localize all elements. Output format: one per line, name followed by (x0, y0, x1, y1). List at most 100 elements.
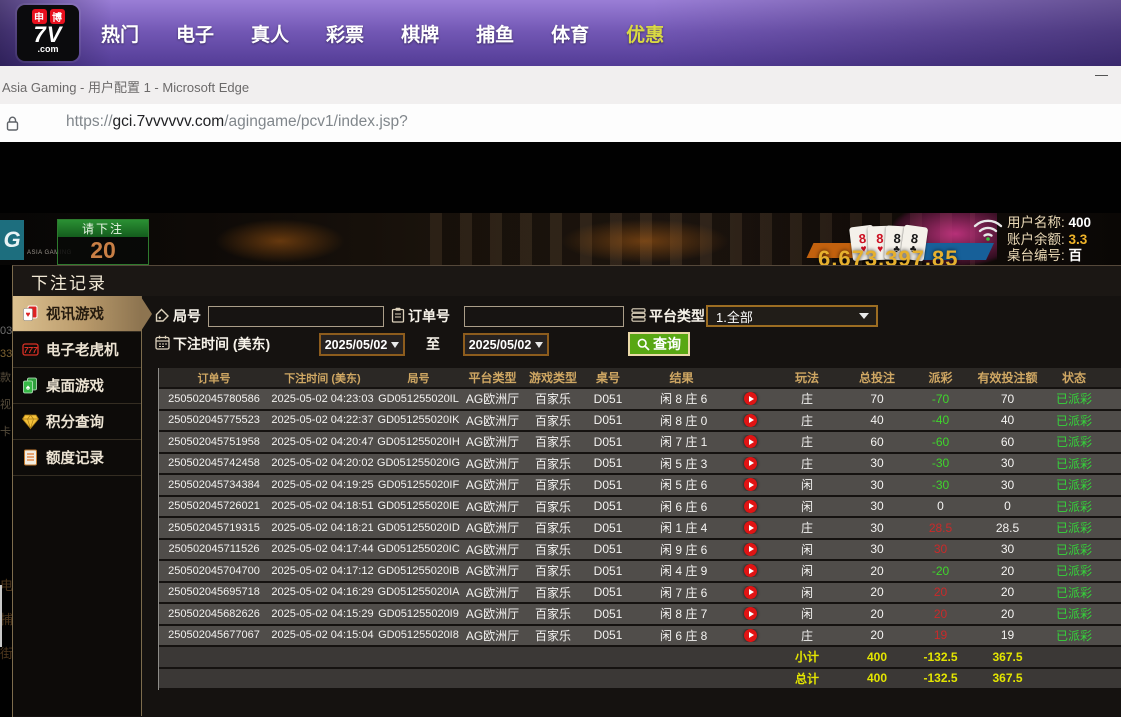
table-cell: 已派彩 (1046, 412, 1102, 429)
table-cell: D051 (582, 435, 634, 449)
nav-item-4[interactable]: 棋牌 (401, 20, 439, 47)
order-input[interactable] (464, 306, 624, 327)
sidebar-item-0[interactable]: ♥视讯游戏 (13, 296, 141, 332)
table-cell: GD051255020IG (376, 457, 461, 469)
url-text[interactable]: https://gci.7vvvvvv.com/agingame/pcv1/in… (66, 113, 408, 131)
search-button[interactable]: 查询 (628, 332, 690, 356)
table-cell: 百家乐 (524, 476, 582, 493)
sidebar-item-label: 视讯游戏 (46, 303, 104, 324)
table-cell: D051 (582, 413, 634, 427)
replay-button[interactable] (744, 392, 757, 405)
table-cell: 2025-05-02 04:19:25 (269, 479, 376, 491)
table-cell: 已派彩 (1046, 498, 1102, 515)
table-row: 2505020457424582025-05-02 04:20:02GD0512… (159, 454, 1121, 474)
url-host: gci.7vvvvvv.com (113, 113, 225, 130)
table-cell: 闲 6 庄 8 (634, 627, 729, 644)
replay-button[interactable] (744, 586, 757, 599)
table-cell: 30 (842, 478, 912, 492)
table-cell: 百家乐 (524, 498, 582, 515)
replay-button[interactable] (744, 478, 757, 491)
table-cell: 250502045751958 (159, 436, 269, 448)
nav-item-1[interactable]: 电子 (176, 20, 214, 47)
nav-item-5[interactable]: 捕鱼 (476, 20, 514, 47)
nav-item-0[interactable]: 热门 (101, 20, 139, 47)
chevron-down-icon (859, 313, 869, 319)
bet-records-modal: 下注记录 ♥视讯游戏777电子老虎机♠桌面游戏积分查询额度记录 局号 订单号 平… (12, 265, 1121, 717)
date-range-to-label: 至 (426, 334, 440, 354)
browser-urlbar[interactable]: https://gci.7vvvvvv.com/agingame/pcv1/in… (0, 104, 1121, 142)
replay-button[interactable] (744, 457, 757, 470)
table-cell: 小计 (772, 648, 842, 665)
site-logo[interactable]: 申 博 7V .com (17, 5, 79, 61)
table-cell: 28.5 (912, 521, 969, 535)
table-cell: 20 (842, 628, 912, 642)
search-button-label: 查询 (653, 334, 681, 354)
asia-gaming-logo: G (0, 220, 24, 260)
table-cell: 百家乐 (524, 627, 582, 644)
logo-tld: .com (37, 45, 58, 54)
date-to-picker[interactable]: 2025/05/02 (463, 333, 549, 356)
table-cell: 游戏类型 (524, 369, 582, 386)
replay-button[interactable] (744, 607, 757, 620)
table-cell: 已派彩 (1046, 562, 1102, 579)
sidebar-item-2[interactable]: ♠桌面游戏 (13, 368, 141, 404)
replay-button[interactable] (744, 414, 757, 427)
sidebar-item-4[interactable]: 额度记录 (13, 440, 141, 476)
table-cell: AG欧洲厅 (461, 605, 524, 622)
date-from-picker[interactable]: 2025/05/02 (319, 333, 405, 356)
nav-item-2[interactable]: 真人 (251, 20, 289, 47)
date-to-value: 2025/05/02 (469, 338, 532, 352)
table-cell: 下注时间 (美东) (269, 370, 376, 386)
platform-select[interactable]: 1.全部 (706, 305, 878, 327)
round-input[interactable] (208, 306, 384, 327)
table-cell: AG欧洲厅 (461, 433, 524, 450)
table-cell: 250502045734384 (159, 479, 269, 491)
nav-item-6[interactable]: 体育 (551, 20, 589, 47)
nav-item-7[interactable]: 优惠 (626, 20, 664, 47)
replay-button[interactable] (744, 543, 757, 556)
minimize-button[interactable]: — (1095, 67, 1108, 82)
nav-item-3[interactable]: 彩票 (326, 20, 364, 47)
table-cell: AG欧洲厅 (461, 455, 524, 472)
table-cell: 闲 7 庄 6 (634, 584, 729, 601)
table-cell: 已派彩 (1046, 519, 1102, 536)
table-cell: -60 (912, 435, 969, 449)
table-cell: 闲 (772, 476, 842, 493)
bet-timer-label: 请下注 (58, 220, 148, 237)
replay-button[interactable] (744, 629, 757, 642)
table-cell: 250502045726021 (159, 500, 269, 512)
table-cell: AG欧洲厅 (461, 498, 524, 515)
table-cell: D051 (582, 478, 634, 492)
records-icon (22, 449, 39, 466)
replay-button[interactable] (744, 521, 757, 534)
table-cell: 2025-05-02 04:15:04 (269, 629, 376, 641)
table-cell: AG欧洲厅 (461, 627, 524, 644)
table-cell: GD051255020IF (376, 479, 461, 491)
table-cell: 28.5 (969, 521, 1046, 535)
tag-icon (155, 308, 170, 323)
table-cell: 闲 8 庄 0 (634, 412, 729, 429)
replay-button[interactable] (744, 564, 757, 577)
table-cell: 闲 (772, 541, 842, 558)
replay-button[interactable] (744, 435, 757, 448)
table-cell: 30 (842, 456, 912, 470)
table-cell: 367.5 (969, 650, 1046, 664)
table-cell: 总计 (772, 670, 842, 687)
bet-records-table: 订单号下注时间 (美东)局号平台类型游戏类型桌号结果玩法总投注派彩有效投注额状态… (158, 368, 1121, 690)
table-cell: D051 (582, 392, 634, 406)
date-from-value: 2025/05/02 (325, 338, 388, 352)
table-cell: 250502045704700 (159, 565, 269, 577)
replay-button[interactable] (744, 500, 757, 513)
table-row: 2505020457755232025-05-02 04:22:37GD0512… (159, 411, 1121, 431)
site-top-nav: 申 博 7V .com 热门 电子 真人 彩票 棋牌 捕鱼 体育 优惠 (0, 0, 1121, 66)
modal-sidebar: ♥视讯游戏777电子老虎机♠桌面游戏积分查询额度记录 (13, 296, 142, 716)
table-cell: 2025-05-02 04:23:03 (269, 393, 376, 405)
table-cell (729, 435, 772, 448)
table-cell: 庄 (772, 627, 842, 644)
table-cell: 19 (969, 628, 1046, 642)
table-cell: 百家乐 (524, 605, 582, 622)
sidebar-item-1[interactable]: 777电子老虎机 (13, 332, 141, 368)
slot-machine-glow (560, 219, 730, 263)
sidebar-item-3[interactable]: 积分查询 (13, 404, 141, 440)
table-cell: 闲 7 庄 1 (634, 433, 729, 450)
